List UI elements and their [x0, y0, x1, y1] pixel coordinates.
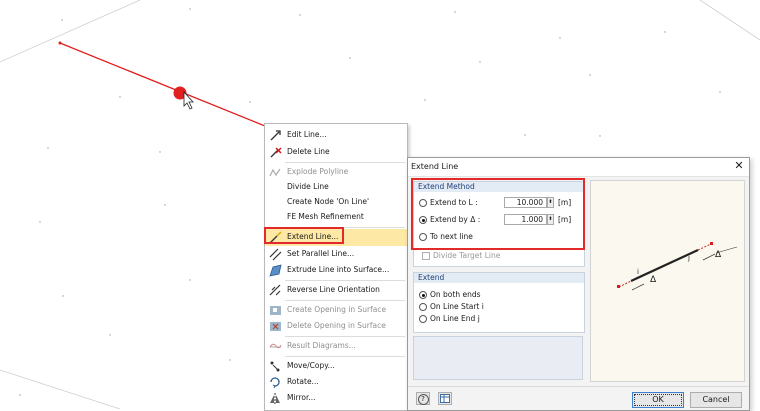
- dialog-titlebar: Extend Line ✕: [408, 158, 749, 177]
- menu-item-label: Result Diagrams...: [287, 341, 356, 350]
- menu-item-label: Edit Line...: [287, 130, 327, 139]
- menu-separator: [285, 162, 405, 163]
- menu-separator: [285, 356, 405, 357]
- menu-item-delete-opening[interactable]: Delete Opening in Surface: [265, 318, 407, 335]
- menu-item-label: Move/Copy...: [287, 361, 335, 370]
- move-copy-icon: [270, 361, 280, 372]
- menu-item-move-copy[interactable]: Move/Copy...: [265, 358, 407, 375]
- rotate-icon: [270, 377, 280, 389]
- delete-opening-icon: [270, 322, 281, 331]
- menu-item-label: Rotate...: [287, 377, 319, 386]
- menu-item-mirror[interactable]: Mirror...: [265, 390, 407, 407]
- preview-label-j: j: [688, 254, 690, 262]
- help-icon: ?: [417, 394, 429, 405]
- dialog-title: Extend Line: [411, 162, 459, 171]
- mirror-icon: [270, 393, 280, 404]
- extend-group: Extend On both ends On Line Start i On L…: [413, 272, 585, 333]
- menu-item-extrude-line[interactable]: Extrude Line into Surface...: [265, 262, 407, 279]
- menu-item-edit-line[interactable]: Edit Line...: [265, 127, 407, 144]
- menu-item-label: Delete Line: [287, 147, 330, 156]
- menu-highlight-box: [264, 227, 344, 244]
- extend-method-highlight-box: [411, 178, 585, 250]
- menu-item-rotate[interactable]: Rotate...: [265, 374, 407, 391]
- radio-on-line-start[interactable]: [419, 303, 427, 311]
- radio-label: On Line Start i: [430, 302, 484, 311]
- table-options-button[interactable]: [438, 392, 452, 405]
- explode-polyline-icon: [269, 168, 281, 177]
- grid-axis-line: [699, 0, 760, 41]
- menu-separator: [285, 280, 405, 281]
- menu-item-delete-line[interactable]: Delete Line: [265, 144, 407, 161]
- menu-item-result-diagrams[interactable]: Result Diagrams...: [265, 338, 407, 355]
- preview-delta-left: Δ: [650, 275, 657, 285]
- menu-item-fe-mesh-refinement[interactable]: FE Mesh Refinement: [265, 209, 407, 226]
- menu-separator: [285, 300, 405, 301]
- menu-item-label: Create Opening in Surface: [287, 305, 387, 314]
- grid-axis-line: [0, 369, 121, 409]
- menu-item-label: Explode Polyline: [287, 167, 349, 176]
- radio-label: On both ends: [430, 290, 481, 299]
- ok-button[interactable]: OK: [632, 392, 684, 408]
- comment-area[interactable]: [413, 336, 583, 380]
- group-heading: Extend: [414, 273, 584, 283]
- menu-item-label: Create Node 'On Line': [287, 197, 370, 206]
- preview-delta-right: Δ: [715, 250, 722, 260]
- result-diagram-icon: [269, 343, 282, 349]
- menu-item-create-opening[interactable]: Create Opening in Surface: [265, 302, 407, 319]
- divide-target-checkbox[interactable]: [422, 252, 430, 260]
- line-start-node: [58, 41, 62, 45]
- extend-line-dialog: Extend Line ✕ Extend Method Extend to L …: [407, 157, 750, 411]
- opening-icon: [270, 306, 281, 315]
- menu-item-set-parallel-line[interactable]: Set Parallel Line...: [265, 246, 407, 263]
- extrude-surface-icon: [269, 264, 282, 277]
- menu-item-reverse-orientation[interactable]: Reverse Line Orientation: [265, 282, 407, 299]
- reverse-orientation-icon: [269, 284, 281, 296]
- dialog-footer: ? OK Cancel: [408, 386, 749, 411]
- menu-item-label: FE Mesh Refinement: [287, 212, 364, 221]
- menu-item-label: Delete Opening in Surface: [287, 321, 386, 330]
- menu-item-label: Mirror...: [287, 393, 316, 402]
- cancel-button[interactable]: Cancel: [690, 392, 742, 408]
- help-button[interactable]: ?: [416, 392, 430, 405]
- radio-label: On Line End j: [430, 314, 480, 323]
- grid-axis-line: [0, 0, 141, 63]
- edit-line-icon: [270, 130, 281, 141]
- context-menu: Edit Line... Delete Line Explode Polylin…: [264, 123, 408, 411]
- radio-on-line-end[interactable]: [419, 315, 427, 323]
- checkbox-label: Divide Target Line: [433, 251, 501, 260]
- menu-item-label: Set Parallel Line...: [287, 249, 355, 258]
- parallel-line-icon: [269, 248, 282, 261]
- menu-item-label: Divide Line: [287, 182, 329, 191]
- selected-line: [59, 42, 271, 129]
- table-icon: [440, 394, 450, 403]
- menu-separator: [285, 336, 405, 337]
- menu-item-label: Extrude Line into Surface...: [287, 265, 390, 274]
- preview-panel: i j Δ Δ: [590, 180, 745, 382]
- delete-line-icon: [270, 147, 282, 158]
- menu-item-label: Reverse Line Orientation: [287, 285, 380, 294]
- preview-label-i: i: [637, 268, 639, 276]
- extend-preview-graphic: [617, 242, 738, 291]
- radio-on-both-ends[interactable]: [419, 291, 427, 299]
- close-icon[interactable]: ✕: [733, 160, 745, 172]
